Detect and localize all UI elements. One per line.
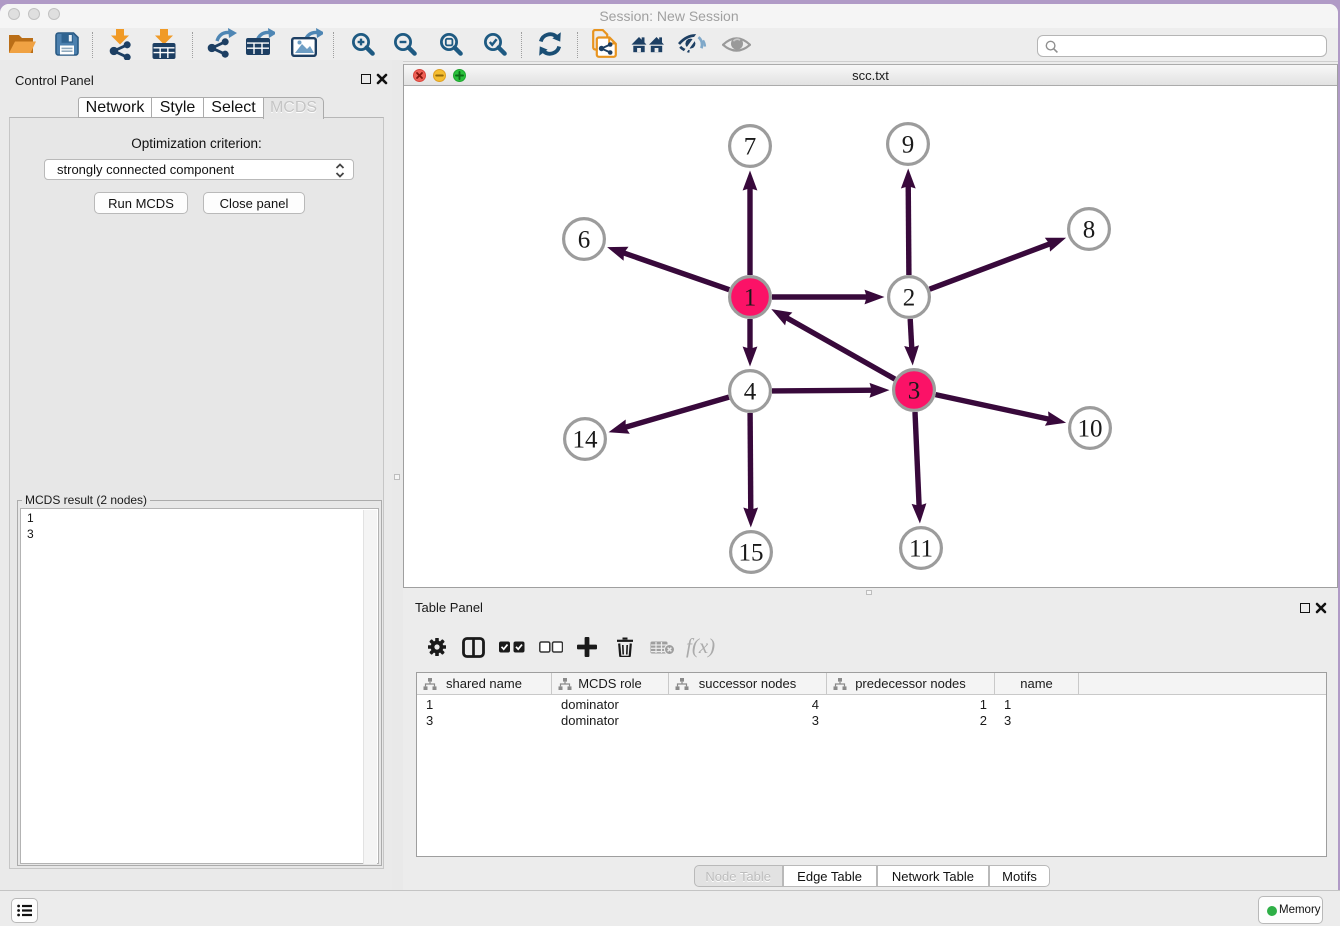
svg-text:3: 3	[908, 378, 921, 405]
svg-text:2: 2	[903, 285, 916, 312]
svg-text:1: 1	[744, 285, 757, 312]
svg-text:15: 15	[739, 540, 764, 567]
svg-text:9: 9	[902, 132, 915, 159]
svg-text:4: 4	[744, 379, 757, 406]
svg-text:7: 7	[744, 134, 757, 161]
svg-text:6: 6	[578, 227, 591, 254]
svg-text:14: 14	[573, 427, 599, 454]
svg-text:11: 11	[909, 536, 933, 563]
svg-text:8: 8	[1083, 217, 1096, 244]
svg-text:10: 10	[1078, 416, 1103, 443]
